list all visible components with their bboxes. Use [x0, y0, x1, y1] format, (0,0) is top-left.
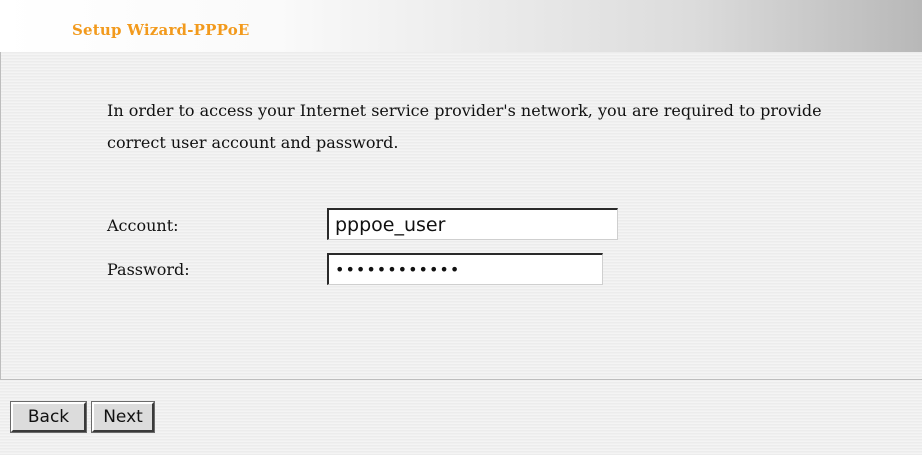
page-title: Setup Wizard-PPPoE	[72, 21, 250, 39]
intro-text: In order to access your Internet service…	[107, 101, 822, 152]
account-input[interactable]	[327, 208, 618, 240]
password-label: Password:	[107, 260, 190, 279]
wizard-page: Setup Wizard-PPPoE In order to access yo…	[0, 0, 922, 455]
next-button[interactable]: Next	[91, 401, 155, 433]
account-label: Account:	[107, 216, 179, 235]
header-bar: Setup Wizard-PPPoE	[0, 0, 922, 52]
back-button[interactable]: Back	[10, 401, 87, 433]
password-input[interactable]	[327, 253, 603, 285]
